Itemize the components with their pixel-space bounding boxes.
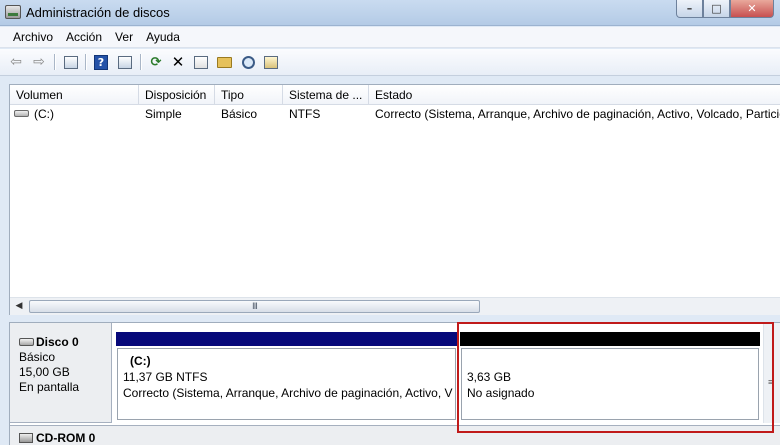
drive-icon	[14, 110, 29, 117]
scroll-grip: III	[252, 302, 258, 312]
cell-status: Correcto (Sistema, Arranque, Archivo de …	[375, 107, 780, 121]
partition-c-size: 11,37 GB NTFS	[123, 370, 208, 384]
table-row[interactable]: (C:) Simple Básico NTFS Correcto (Sistem…	[10, 106, 780, 123]
horizontal-scrollbar[interactable]: ◀ III	[10, 297, 780, 315]
back-icon[interactable]: ⇦	[7, 53, 25, 71]
help-icon[interactable]: ?	[92, 53, 110, 71]
column-header-disposicion[interactable]: Disposición	[139, 85, 215, 105]
window-controls: – □ ✕	[676, 0, 774, 19]
disk-map: Disco 0 Básico 15,00 GB En pantalla (C:)…	[9, 322, 780, 445]
scroll-grip: ≡	[768, 377, 773, 387]
unallocated-size: 3,63 GB	[467, 370, 512, 384]
menu-archivo[interactable]: Archivo	[0, 27, 61, 47]
minimize-button[interactable]: –	[676, 0, 703, 18]
toolbar-separator	[140, 54, 141, 70]
refresh-icon[interactable]: ⟳	[147, 53, 165, 71]
column-header-tipo[interactable]: Tipo	[215, 85, 283, 105]
explore-icon[interactable]	[239, 53, 257, 71]
unallocated-header-bar	[460, 332, 760, 346]
unallocated-status: No asignado	[467, 386, 535, 400]
menu-ayuda[interactable]: Ayuda	[141, 27, 188, 47]
partition-c[interactable]: (C:) 11,37 GB NTFS Correcto (Sistema, Ar…	[117, 348, 456, 420]
list-header: Volumen Disposición Tipo Sistema de ... …	[10, 85, 780, 105]
vertical-scrollbar[interactable]: ≡	[763, 323, 780, 423]
cdrom-name: CD-ROM 0	[36, 431, 96, 445]
toolbar-separator	[85, 54, 86, 70]
menu-bar: Archivo Acción Ver Ayuda	[0, 27, 780, 48]
toolbar: ⇦ ⇨ ? ⟳ ✕	[0, 49, 780, 76]
properties-icon[interactable]	[192, 53, 210, 71]
cell-type: Básico	[221, 107, 258, 121]
column-header-sistema[interactable]: Sistema de ...	[283, 85, 369, 105]
view-icon[interactable]	[262, 53, 280, 71]
cell-volume: (C:)	[34, 107, 54, 121]
disk-management-icon	[5, 5, 21, 19]
cdrom-icon	[19, 433, 33, 443]
column-header-volumen[interactable]: Volumen	[10, 85, 139, 105]
unallocated-partition[interactable]: 3,63 GB No asignado	[461, 348, 759, 420]
disk0-state: En pantalla	[19, 380, 80, 394]
menu-accion[interactable]: Acción	[61, 27, 110, 47]
disk-icon	[19, 338, 34, 346]
scroll-left-icon[interactable]: ◀	[13, 300, 25, 313]
open-icon[interactable]	[215, 53, 233, 71]
forward-icon[interactable]: ⇨	[30, 53, 48, 71]
disk0-type: Básico	[19, 350, 56, 364]
scroll-thumb[interactable]: III	[29, 300, 480, 313]
partition-c-header-bar	[116, 332, 457, 346]
window-title: Administración de discos	[26, 5, 170, 20]
title-bar: Administración de discos – □ ✕	[0, 0, 780, 26]
cell-layout: Simple	[145, 107, 182, 121]
menu-ver[interactable]: Ver	[110, 27, 141, 47]
disk0-name: Disco 0	[36, 335, 79, 349]
disk0-size: 15,00 GB	[19, 365, 70, 379]
maximize-button[interactable]: □	[703, 0, 730, 18]
cell-filesystem: NTFS	[289, 107, 321, 121]
show-hide-action-pane-icon[interactable]	[116, 53, 134, 71]
column-header-estado[interactable]: Estado	[369, 85, 780, 105]
volume-list[interactable]: Volumen Disposición Tipo Sistema de ... …	[9, 84, 780, 315]
partition-c-status: Correcto (Sistema, Arranque, Archivo de …	[123, 386, 453, 400]
partition-c-name: (C:)	[130, 354, 151, 368]
disk0-label[interactable]: Disco 0 Básico 15,00 GB En pantalla	[10, 323, 112, 423]
close-button[interactable]: ✕	[730, 0, 774, 18]
toolbar-separator	[54, 54, 55, 70]
cdrom-row[interactable]: CD-ROM 0	[10, 425, 780, 445]
show-hide-tree-icon[interactable]	[62, 53, 80, 71]
delete-icon[interactable]: ✕	[169, 53, 187, 71]
